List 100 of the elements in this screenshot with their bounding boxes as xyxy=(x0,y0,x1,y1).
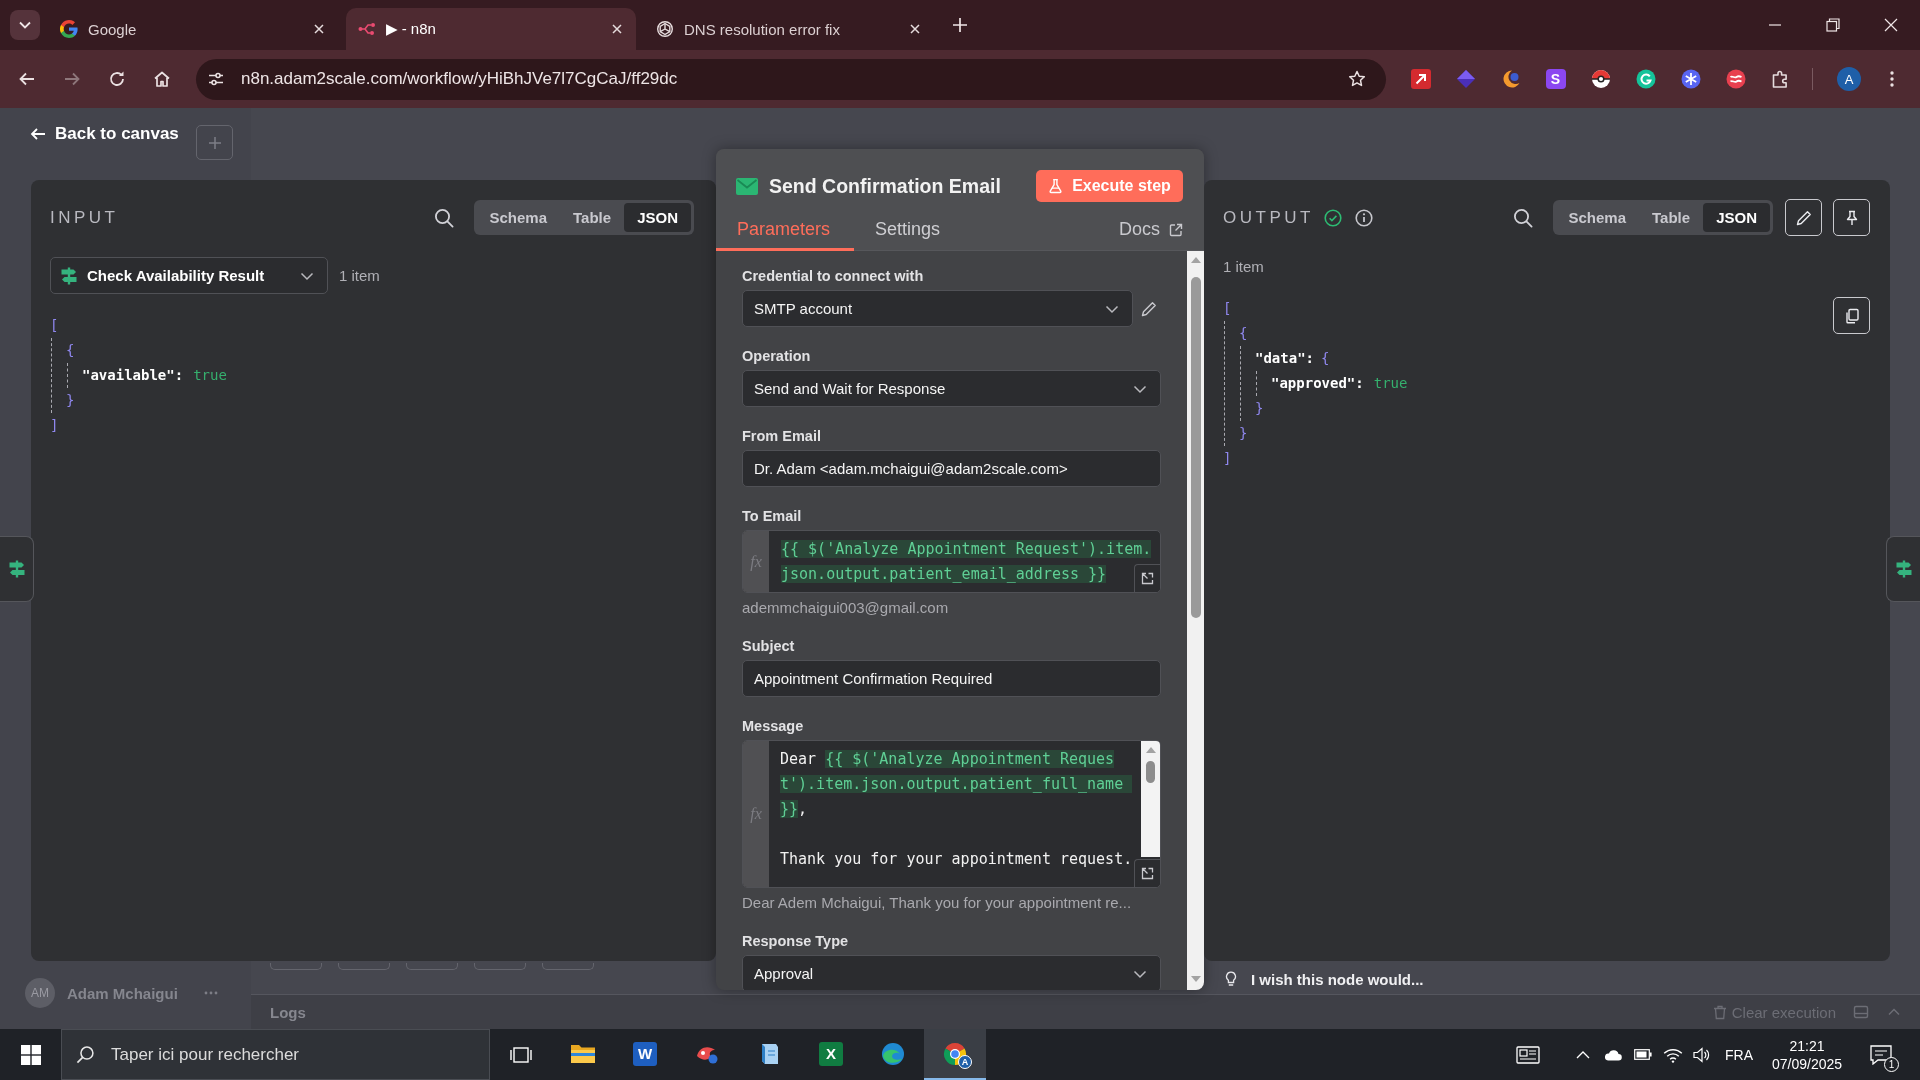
copy-button[interactable] xyxy=(1833,297,1870,334)
cloud-icon[interactable] xyxy=(1604,1048,1622,1061)
pencil-icon[interactable] xyxy=(1141,300,1157,317)
extension-button[interactable]: S xyxy=(1545,69,1566,89)
forward-icon[interactable] xyxy=(63,70,81,88)
letter-tile: X xyxy=(819,1041,843,1066)
star-icon[interactable] xyxy=(1348,70,1366,88)
field-label: Subject xyxy=(742,637,796,655)
feedback-link[interactable]: I wish this node would... xyxy=(1251,970,1424,988)
json-key: "available": xyxy=(82,363,184,388)
dropdown[interactable]: SMTP account xyxy=(742,290,1133,327)
back-icon[interactable] xyxy=(18,70,36,88)
taskbar-app-button[interactable]: A xyxy=(924,1029,986,1080)
close-icon[interactable] xyxy=(908,22,922,36)
nodes-icon xyxy=(358,20,376,38)
node-select[interactable]: Check Availability Result xyxy=(50,257,328,294)
back-to-canvas-button[interactable]: Back to canvas xyxy=(30,121,179,147)
notification-button[interactable]: 1 xyxy=(1857,1029,1905,1080)
json-key: "data": xyxy=(1255,346,1314,371)
battery-icon[interactable] xyxy=(1634,1049,1652,1060)
docs-link[interactable]: Docs xyxy=(1119,211,1183,251)
stripes-icon[interactable] xyxy=(1725,69,1746,89)
view-tab[interactable]: JSON xyxy=(1703,203,1770,232)
taskbar-app-button[interactable]: W xyxy=(614,1029,676,1080)
clock-button[interactable]: 21:21 07/09/2025 xyxy=(1762,1029,1852,1080)
taskbar-app-button[interactable]: X xyxy=(800,1029,862,1080)
expand-button[interactable] xyxy=(1134,859,1160,887)
json-bracket: [ xyxy=(50,316,59,335)
wifi-icon[interactable] xyxy=(1663,1046,1683,1063)
close-icon[interactable] xyxy=(610,22,624,36)
json-bracket: ] xyxy=(1223,449,1232,468)
windows-logo-icon[interactable] xyxy=(20,1044,41,1065)
scrollbar-thumb[interactable] xyxy=(1190,277,1201,618)
chevron-up-icon[interactable] xyxy=(1576,1049,1590,1060)
reload-icon[interactable] xyxy=(108,70,126,88)
expand-button[interactable] xyxy=(1134,564,1160,592)
json-bracket: { xyxy=(1239,324,1248,343)
knot-icon xyxy=(656,20,674,38)
view-tab[interactable]: Schema xyxy=(476,203,561,232)
view-tab[interactable]: JSON xyxy=(624,203,691,232)
text-field[interactable]: Dr. Adam <adam.mchaigui@adam2scale.com> xyxy=(742,450,1161,487)
browser-tab[interactable]: DNS resolution error fix xyxy=(644,8,934,50)
speaker-icon[interactable] xyxy=(1693,1046,1711,1063)
lightbulb-icon xyxy=(1225,971,1237,987)
view-tab[interactable]: Table xyxy=(1639,203,1704,232)
close-icon[interactable] xyxy=(1884,18,1898,32)
text-field[interactable]: Appointment Confirmation Required xyxy=(742,660,1161,697)
profile-avatar[interactable]: A xyxy=(1837,67,1861,91)
browser-tab[interactable]: ▶ - n8n xyxy=(346,8,636,50)
search-icon[interactable] xyxy=(433,207,454,228)
scrollbar-thumb[interactable] xyxy=(1146,761,1155,783)
search-field[interactable]: Taper ici pour rechercher xyxy=(61,1029,490,1080)
search-icon[interactable] xyxy=(1512,207,1533,228)
field-label: Message xyxy=(742,717,805,735)
panel-tab[interactable]: Settings xyxy=(854,211,965,251)
field-label: Response Type xyxy=(742,932,850,950)
news-icon[interactable] xyxy=(1516,1045,1540,1064)
search-icon xyxy=(76,1045,95,1064)
field-label: To Email xyxy=(742,507,803,525)
field-label: Operation xyxy=(742,347,812,365)
diamond-icon[interactable] xyxy=(1455,69,1476,89)
home-icon[interactable] xyxy=(153,70,171,88)
expression-text: Dear {{ $('Analyze Appointment Request').item.json.output.patient_full_name }}, Thank you for your appointment request. xyxy=(779,749,1133,870)
dots-icon[interactable] xyxy=(203,991,218,995)
snowflake-icon[interactable] xyxy=(1680,69,1701,89)
circle-logo-icon[interactable] xyxy=(1635,69,1656,89)
external-link-icon xyxy=(1169,222,1183,237)
notification-badge: 1 xyxy=(1884,1057,1899,1072)
language-indicator[interactable]: FRA xyxy=(1719,1029,1759,1080)
browser-tab[interactable]: Google xyxy=(48,8,338,50)
address-bar[interactable]: n8n.adam2scale.com/workflow/yHiBhJVe7l7CgCaJ/ff29dc xyxy=(196,58,1386,100)
plus-icon[interactable] xyxy=(952,17,968,33)
letter-tile: W xyxy=(633,1041,657,1066)
json-bracket: [ xyxy=(1223,299,1232,318)
view-tab[interactable]: Schema xyxy=(1555,203,1640,232)
check-circle-icon xyxy=(1323,208,1342,227)
json-bracket: } xyxy=(66,391,75,410)
pin-button[interactable] xyxy=(1833,199,1870,236)
json-bracket: ] xyxy=(50,416,59,435)
side-node-button[interactable] xyxy=(1886,536,1920,602)
profile-badge: A xyxy=(958,1055,972,1069)
scrollbar[interactable] xyxy=(1141,741,1160,857)
scrollbar[interactable] xyxy=(1187,251,1204,990)
restore-icon[interactable] xyxy=(1826,18,1840,32)
info-icon[interactable] xyxy=(1354,208,1373,227)
arrow-tile-icon[interactable] xyxy=(1410,69,1431,89)
close-icon[interactable] xyxy=(312,22,326,36)
edit-button[interactable] xyxy=(1785,199,1822,236)
json-key: "approved": xyxy=(1271,371,1364,396)
side-node-button[interactable] xyxy=(0,536,34,602)
envelope-icon xyxy=(736,177,758,195)
dropdown[interactable]: Send and Wait for Response xyxy=(742,370,1161,407)
tab-search-button[interactable] xyxy=(10,10,40,40)
task-view-icon[interactable] xyxy=(510,1044,532,1065)
json-bracket: { xyxy=(66,341,75,360)
dropdown[interactable]: Approval xyxy=(742,955,1161,990)
expand-icon xyxy=(1141,867,1154,880)
view-tab[interactable]: Table xyxy=(560,203,625,232)
ball-icon[interactable] xyxy=(1590,69,1611,89)
wave-circle-icon xyxy=(880,1040,906,1067)
